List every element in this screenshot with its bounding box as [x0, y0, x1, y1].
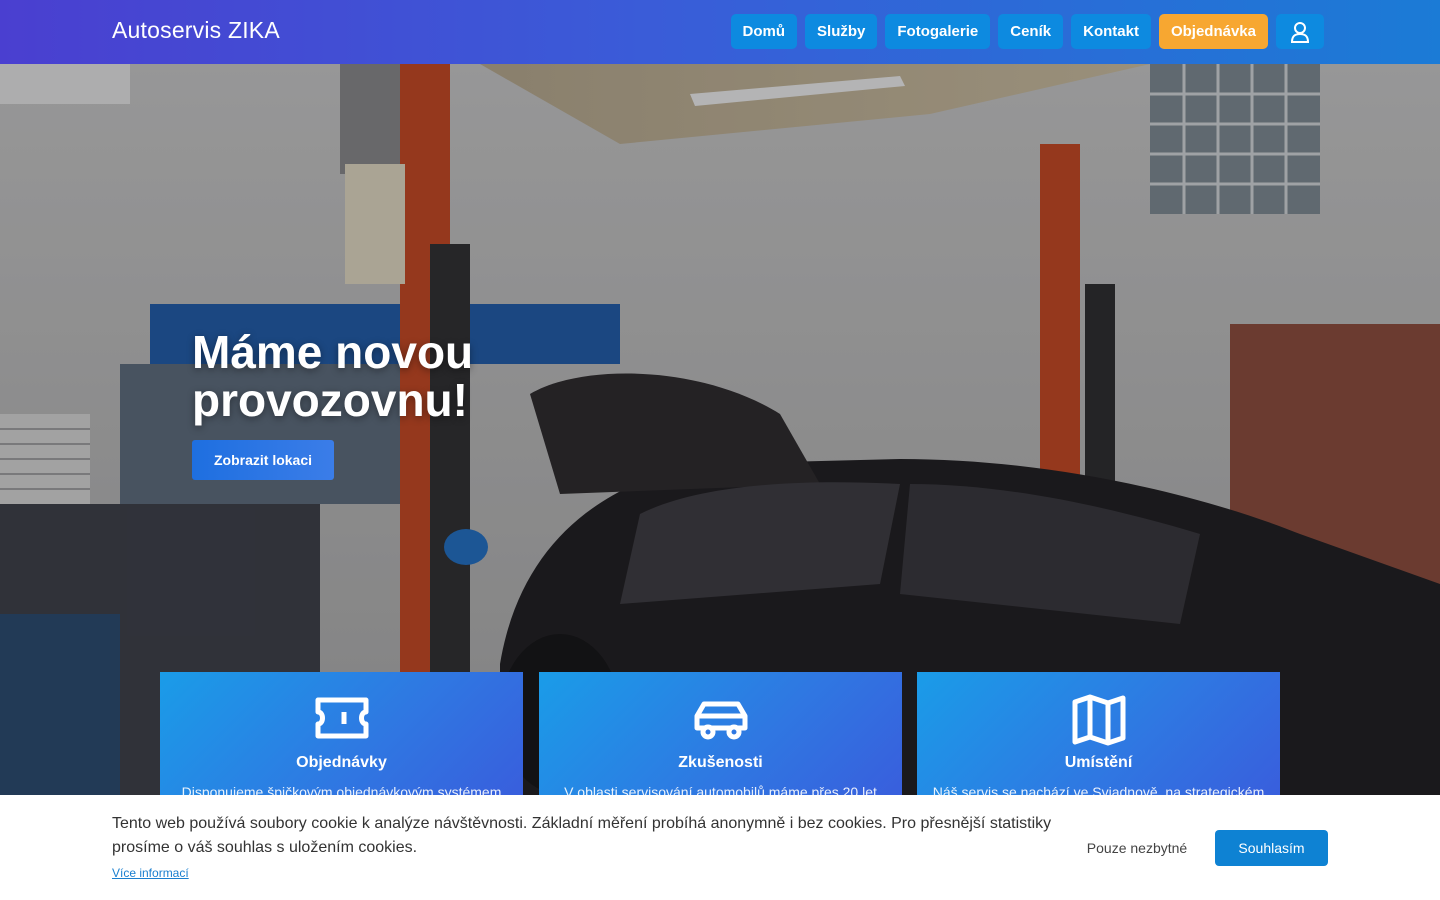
site-header: Autoservis ZIKA Domů Služby Fotogalerie … — [0, 0, 1440, 64]
cookie-accept-button[interactable]: Souhlasím — [1215, 830, 1328, 866]
nav-pricing[interactable]: Ceník — [998, 14, 1064, 49]
ticket-icon — [314, 694, 370, 747]
card-title: Objednávky — [296, 754, 387, 771]
cookie-more-info-link[interactable]: Více informací — [112, 866, 189, 880]
card-title: Zkušenosti — [678, 754, 763, 771]
user-icon — [1290, 21, 1310, 43]
nav-gallery[interactable]: Fotogalerie — [885, 14, 991, 49]
cookie-consent-bar: Tento web používá soubory cookie k analý… — [0, 795, 1440, 900]
cookie-essential-only-button[interactable]: Pouze nezbytné — [1072, 830, 1202, 866]
nav-order[interactable]: Objednávka — [1158, 14, 1268, 49]
show-location-button[interactable]: Zobrazit lokaci — [192, 440, 334, 480]
nav-home[interactable]: Domů — [730, 14, 798, 49]
car-icon — [693, 694, 749, 747]
nav-contact[interactable]: Kontakt — [1071, 14, 1151, 49]
cookie-message: Tento web používá soubory cookie k analý… — [112, 815, 1052, 856]
nav-services[interactable]: Služby — [805, 14, 878, 49]
user-account-button[interactable] — [1276, 14, 1324, 49]
card-title: Umístění — [1064, 754, 1133, 771]
site-brand[interactable]: Autoservis ZIKA — [112, 17, 280, 44]
map-icon — [1071, 694, 1127, 751]
hero-title: Máme novou provozovnu! — [192, 326, 474, 426]
main-nav: Domů Služby Fotogalerie Ceník Kontakt Ob… — [730, 14, 1324, 49]
